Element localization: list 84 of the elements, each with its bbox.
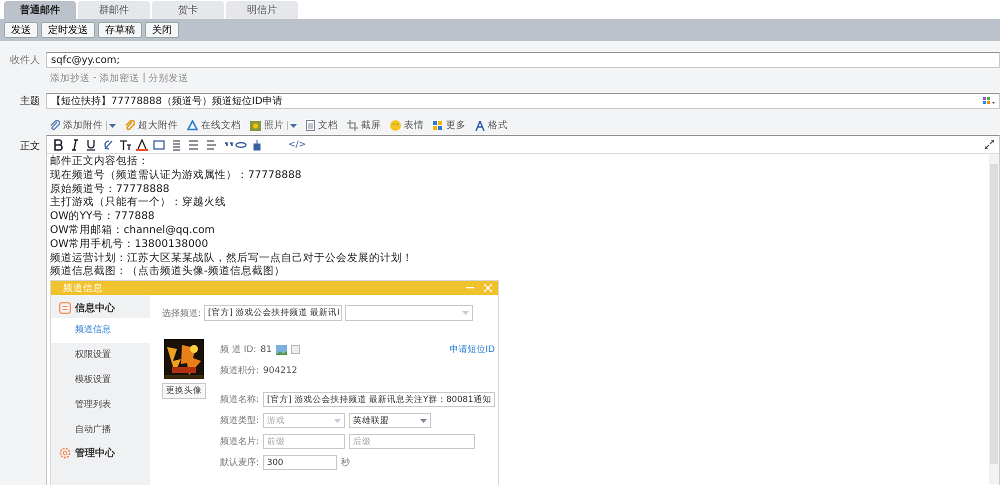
photo-icon (250, 120, 261, 130)
field-label: 默认麦序: (220, 456, 260, 470)
caret-icon (334, 418, 342, 423)
body-text-line: 频道运营计划：江苏大区某某战队，然后写一点自己对于公会发展的计划！ (50, 252, 414, 265)
field-label: 主题 (19, 94, 41, 108)
source-code-button[interactable]: </> (288, 140, 979, 150)
field-label: 正文 (19, 140, 41, 153)
body-text-line: OW常用邮箱：channel@qq.com (50, 224, 216, 238)
sidebar-item[interactable]: 频道信息 (51, 318, 150, 344)
scrollbar[interactable] (989, 154, 999, 484)
field-label: 频道类型: (220, 414, 260, 428)
toolbar-button[interactable]: 超大附件 (125, 119, 178, 132)
field-label: 频道名称: (220, 394, 260, 406)
change-avatar-button[interactable]: 更换头像 (162, 383, 206, 400)
caret-icon (420, 418, 428, 423)
image-icon[interactable] (276, 344, 287, 355)
body-text-line: 主打游戏（只能有一个）：穿越火线 (50, 196, 227, 210)
sidebar-group[interactable]: 信息中心 (51, 298, 150, 318)
tab[interactable]: 群邮件 (78, 1, 150, 19)
field-label: 频道积分: (220, 364, 260, 378)
dropdown-button[interactable] (106, 121, 116, 130)
dropdown-button[interactable] (287, 121, 297, 130)
toolbar-button[interactable]: 格式 (475, 119, 508, 132)
field-label: 收件人 (9, 54, 41, 67)
toolbar-button[interactable]: 添加附件 (50, 119, 116, 132)
body-editor[interactable] (46, 135, 1000, 485)
sidebar-item[interactable]: 模板设置 (51, 368, 150, 394)
action-button[interactable]: 存草稿 (98, 22, 142, 38)
document-icon (306, 120, 315, 131)
body-text-line: 邮件正文内容包括： (50, 155, 150, 169)
expand-icon[interactable] (985, 140, 994, 149)
triangle-icon (187, 120, 198, 131)
toolbar-button[interactable]: 文档 (306, 119, 338, 132)
toolbar-button[interactable]: 表情 (390, 119, 424, 132)
sidebar-item[interactable]: 自动广播 (51, 418, 150, 444)
separator-text: - (93, 72, 96, 85)
sidebar-item[interactable]: 管理列表 (51, 393, 150, 418)
letter-icon (475, 120, 485, 130)
caret-icon (109, 124, 116, 128)
body-text-line: 原始频道号：77778888 (50, 182, 170, 196)
body-text-line: OW常用手机号：13800138000 (50, 238, 210, 252)
toolbar-button[interactable]: 在线文档 (187, 119, 241, 132)
action-button[interactable]: 发送 (4, 22, 38, 38)
paperclip-icon (50, 120, 60, 131)
gear-icon (59, 447, 71, 460)
body-text-line: OW的YY号：777888 (50, 210, 156, 224)
body-text-line: 频道信息截图：（点击频道头像-频道信息截图） (50, 265, 286, 280)
sidebar-group[interactable]: 管理中心 (51, 443, 150, 464)
field-label: 频 道 ID: (220, 344, 256, 356)
caret-icon (290, 124, 297, 128)
tab[interactable]: 贺卡 (152, 1, 224, 19)
toolbar-button[interactable]: 照片 (250, 119, 297, 132)
checkbox-icon[interactable] (290, 345, 300, 354)
tab[interactable]: 普通邮件 (4, 1, 76, 19)
channel-dropdown[interactable]: [官方] 游戏公会扶持频道 最新讯l (204, 305, 342, 322)
smiley-icon (390, 120, 401, 131)
subject-field[interactable]: 【短位扶持】77778888（频道号）频道短位ID申请 (46, 93, 1000, 109)
toolbar-button[interactable]: 更多 (433, 119, 466, 132)
game-dropdown[interactable]: 英雄联盟 (349, 413, 432, 428)
sidebar-item[interactable]: 权限设置 (51, 343, 150, 368)
unit-label: 秒 (341, 456, 350, 470)
action-button[interactable]: 定时发送 (41, 22, 95, 38)
crop-icon (347, 120, 358, 131)
suffix-field[interactable]: 后缀 (349, 434, 476, 450)
field-label: 频道名片: (220, 436, 260, 448)
field-label: 选择频道: (162, 308, 202, 320)
window-title: 频道信息 (63, 282, 104, 295)
separator-text: | (142, 72, 146, 85)
body-text-line: 现在频道号（频道需认证为游戏属性）：77778888 (50, 168, 302, 183)
score-value: 904212 (263, 366, 298, 376)
action-button[interactable]: 关闭 (145, 22, 179, 38)
paperclip-icon (125, 120, 135, 131)
squares-icon (433, 120, 443, 130)
id-value: 81 (260, 344, 272, 355)
list-icon (59, 302, 71, 314)
toolbar-button[interactable]: 截屏 (347, 119, 381, 132)
recipient-field[interactable]: sqfc@yy.com; (46, 52, 1000, 68)
apply-link[interactable]: 申请短位ID (449, 343, 495, 356)
channel-name-field[interactable]: [官方] 游戏公会扶持频道 最新讯息关注Y群：80081通知 (263, 392, 496, 408)
tab[interactable]: 明信片 (226, 1, 298, 19)
caret-icon (462, 311, 470, 316)
order-field[interactable]: 300 (263, 455, 338, 470)
grid-icon[interactable] (983, 97, 995, 105)
prefix-field[interactable]: 前缀 (263, 434, 346, 450)
